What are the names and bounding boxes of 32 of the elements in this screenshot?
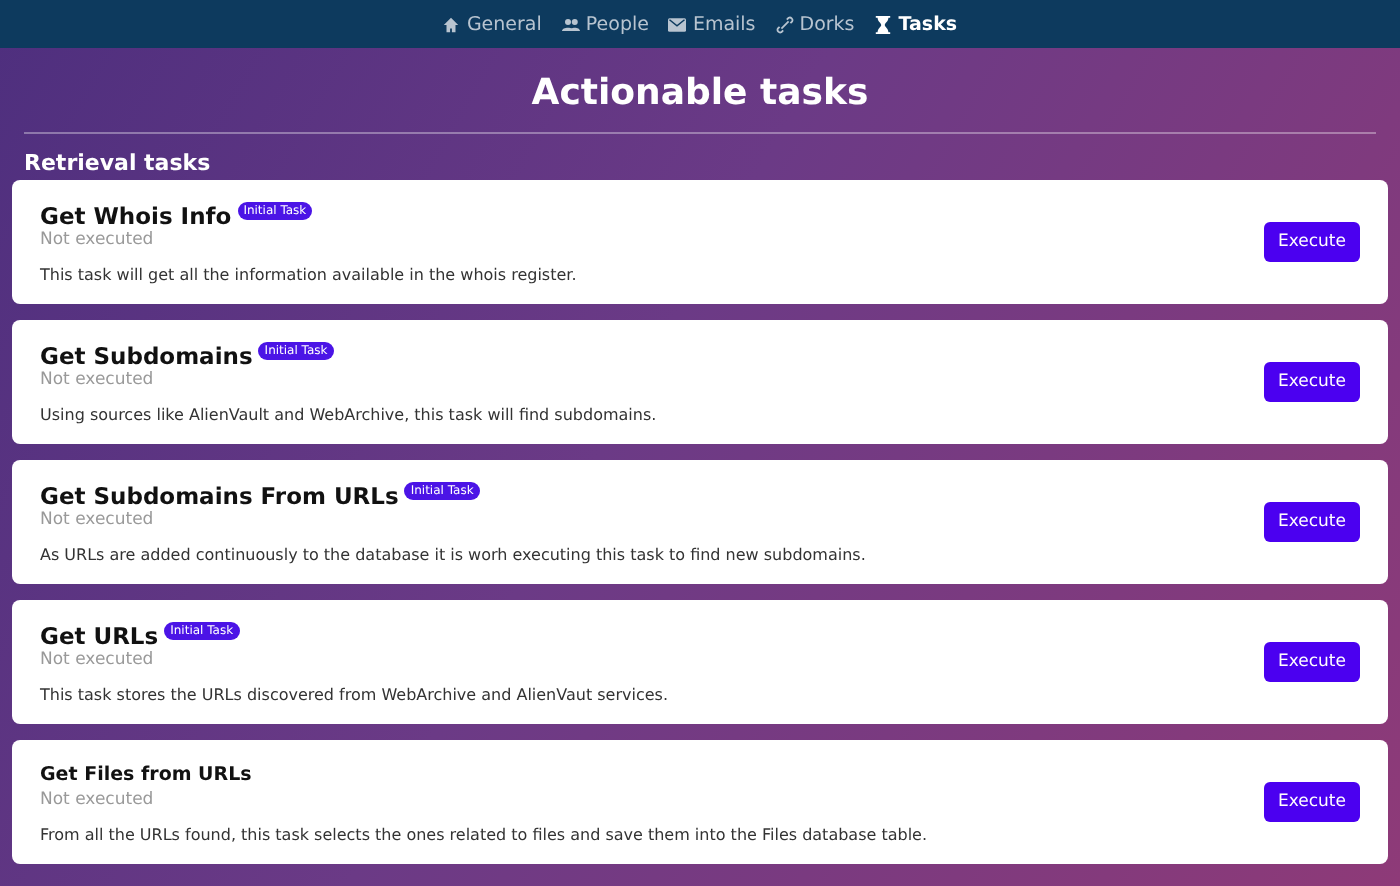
task-status: Not executed <box>40 789 156 809</box>
task-description: This task stores the URLs discovered from WebArchive and AlienVaut services. <box>40 685 670 703</box>
home-icon <box>442 15 461 33</box>
task-name: Get Files from URLs <box>40 761 252 789</box>
page-title: Actionable tasks <box>529 70 871 118</box>
task-description: As URLs are added continuously to the database it is worh executing this task to find new subdomains. <box>40 545 868 563</box>
execute-button[interactable]: Execute <box>1264 782 1360 822</box>
task-name: Get Whois Info <box>40 201 232 229</box>
task-description: Using sources like AlienVault and WebArchive, this task will find subdomains. <box>40 405 659 423</box>
section-heading: Retrieval tasks <box>22 148 213 180</box>
execute-button[interactable]: Execute <box>1264 642 1360 682</box>
task-status: Not executed <box>40 509 156 529</box>
nav-tab[interactable]: General <box>442 13 542 35</box>
execute-button[interactable]: Execute <box>1264 362 1360 402</box>
task-status: Not executed <box>40 229 156 249</box>
task-status: Not executed <box>40 649 156 669</box>
nav-tab[interactable]: Emails <box>668 13 756 35</box>
task-name: Get Subdomains <box>40 341 253 369</box>
nav-tab[interactable]: Tasks <box>874 13 958 35</box>
nav-tab[interactable]: People <box>561 13 649 35</box>
task-description: This task will get all the information available in the whois register. <box>40 265 579 283</box>
nav-tab[interactable]: Dorks <box>775 13 855 35</box>
task-status: Not executed <box>40 369 156 389</box>
task-name: Get URLs <box>40 621 159 649</box>
people-icon <box>561 15 580 33</box>
task-description: From all the URLs found, this task selects the ones related to files and save them into the Files database table. <box>40 825 930 843</box>
mail-icon <box>668 15 687 33</box>
task-name: Get Subdomains From URLs <box>40 481 399 509</box>
link-icon <box>775 15 794 33</box>
execute-button[interactable]: Execute <box>1264 222 1360 262</box>
hourglass-icon <box>874 15 893 33</box>
execute-button[interactable]: Execute <box>1264 502 1360 542</box>
